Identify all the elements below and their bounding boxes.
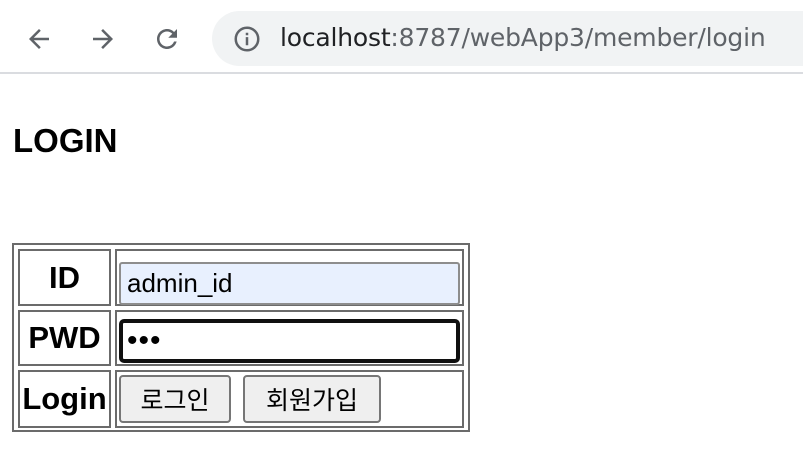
browser-toolbar: localhost:8787/webApp3/member/login [0,0,803,74]
address-bar[interactable]: localhost:8787/webApp3/member/login [212,11,803,66]
signup-button[interactable]: 회원가입 [243,375,381,423]
pwd-label: PWD [18,310,111,366]
url-host: localhost [280,23,391,52]
login-table: ID admin_id PWD ••• Login 로그인 회원가입 [12,243,470,432]
page-title: LOGIN [13,122,118,159]
url-text[interactable]: localhost:8787/webApp3/member/login [280,23,766,53]
login-button[interactable]: 로그인 [119,375,231,423]
id-label: ID [18,249,111,306]
reload-icon [157,29,177,49]
pwd-field-cell: ••• [115,310,464,366]
info-icon[interactable] [232,24,262,54]
password-input[interactable]: ••• [119,319,460,363]
url-path: :8787/webApp3/member/login [390,23,766,52]
id-input[interactable]: admin_id [119,262,460,305]
login-label: Login [18,370,111,428]
login-buttons-cell: 로그인 회원가입 [115,370,464,428]
id-field-cell: admin_id [115,249,464,306]
back-arrow-icon [29,29,49,49]
back-button[interactable] [19,19,59,59]
forward-arrow-icon [93,29,113,49]
forward-button[interactable] [83,19,123,59]
reload-button[interactable] [147,19,187,59]
